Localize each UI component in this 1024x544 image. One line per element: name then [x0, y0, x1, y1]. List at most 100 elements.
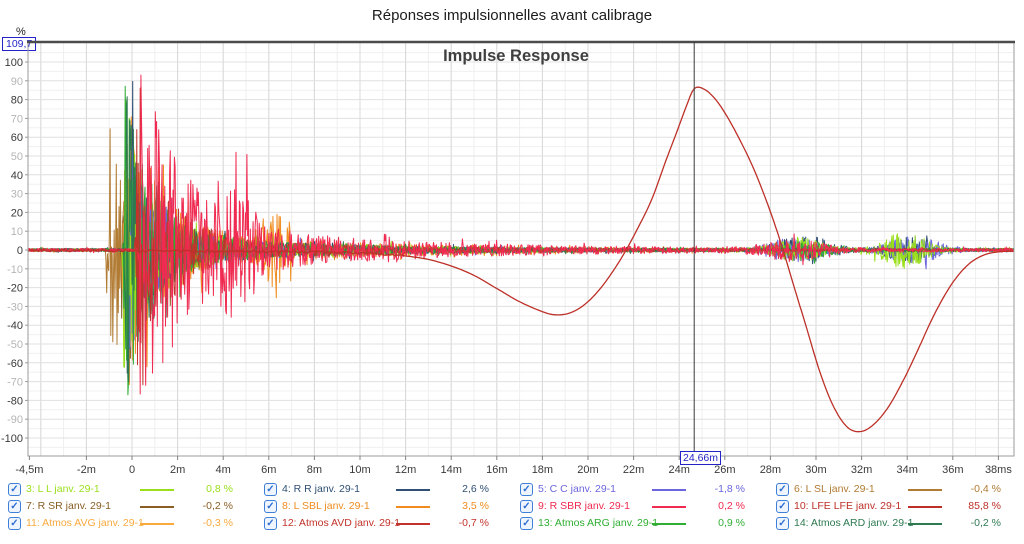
svg-text:60: 60: [11, 132, 23, 144]
checkbox-icon[interactable]: ✓: [264, 500, 277, 513]
svg-text:-60: -60: [7, 358, 23, 370]
svg-text:0: 0: [17, 245, 23, 257]
checkbox-icon[interactable]: ✓: [8, 483, 21, 496]
trace-color-swatch: [908, 523, 942, 525]
trace-color-swatch: [396, 523, 430, 525]
trace-color-swatch: [396, 489, 430, 491]
svg-text:38ms: 38ms: [985, 464, 1012, 476]
svg-text:30m: 30m: [805, 464, 826, 476]
legend-item-9[interactable]: ✓9: R SBR janv. 29-10,2 %: [512, 498, 768, 515]
svg-text:-70: -70: [7, 377, 23, 389]
legend-item-8[interactable]: ✓ 8: L SBL janv. 29-1 3,5 %: [256, 498, 512, 515]
svg-text:-20: -20: [7, 283, 23, 295]
svg-text:90: 90: [11, 76, 23, 88]
svg-text:20m: 20m: [577, 464, 598, 476]
svg-text:70: 70: [11, 113, 23, 125]
svg-text:32m: 32m: [851, 464, 872, 476]
legend-item-13[interactable]: ✓13: Atmos ARG janv. 29-10,9 %: [512, 515, 768, 532]
svg-text:-100: -100: [1, 433, 23, 445]
svg-text:24m: 24m: [668, 464, 689, 476]
legend-percent-value: 0,8 %: [175, 483, 233, 495]
trace-color-swatch: [652, 506, 686, 508]
svg-text:-2m: -2m: [77, 464, 96, 476]
legend-label: 6: L SL janv. 29-1: [794, 483, 875, 495]
legend-item-5[interactable]: ✓ 5: C C janv. 29-1 -1,8 %: [512, 481, 768, 498]
legend-percent-value: 85,8 %: [943, 500, 1001, 512]
legend-label: 10: LFE LFE janv. 29-1: [794, 500, 901, 512]
legend-percent-value: 0,9 %: [687, 517, 745, 529]
checkbox-icon[interactable]: ✓: [776, 500, 789, 513]
legend-label: 11: Atmos AVG janv. 29-1: [26, 517, 144, 529]
svg-text:80: 80: [11, 95, 23, 107]
checkbox-icon[interactable]: ✓: [520, 517, 533, 530]
svg-text:22m: 22m: [623, 464, 644, 476]
legend-label: 4: R R janv. 29-1: [282, 483, 360, 495]
svg-text:20: 20: [11, 207, 23, 219]
svg-text:14m: 14m: [440, 464, 461, 476]
legend-label: 9: R SBR janv. 29-1: [538, 500, 630, 512]
trace-color-swatch: [396, 506, 430, 508]
legend-percent-value: -0,2 %: [943, 517, 1001, 529]
checkbox-icon[interactable]: ✓: [776, 483, 789, 496]
svg-text:28m: 28m: [760, 464, 781, 476]
checkbox-icon[interactable]: ✓: [520, 500, 533, 513]
svg-text:-80: -80: [7, 395, 23, 407]
legend-item-14[interactable]: ✓ 14: Atmos ARD janv. 29-1 -0,2 %: [768, 515, 1024, 532]
trace-color-swatch: [140, 489, 174, 491]
legend-percent-value: 2,6 %: [431, 483, 489, 495]
legend-percent-value: -1,8 %: [687, 483, 745, 495]
svg-text:16m: 16m: [486, 464, 507, 476]
trace-color-swatch: [908, 489, 942, 491]
svg-text:26m: 26m: [714, 464, 735, 476]
checkbox-icon[interactable]: ✓: [776, 517, 789, 530]
svg-text:12m: 12m: [395, 464, 416, 476]
legend-item-6[interactable]: ✓ 6: L SL janv. 29-1 -0,4 %: [768, 481, 1024, 498]
trace-ch-9: [28, 75, 1014, 394]
legend-item-7[interactable]: ✓7: R SR janv. 29-1-0,2 %: [0, 498, 256, 515]
svg-text:-10: -10: [7, 264, 23, 276]
legend-percent-value: -0,7 %: [431, 517, 489, 529]
svg-text:10: 10: [11, 226, 23, 238]
svg-text:36m: 36m: [942, 464, 963, 476]
trace-color-swatch: [140, 506, 174, 508]
checkbox-icon[interactable]: ✓: [264, 483, 277, 496]
svg-text:0: 0: [129, 464, 135, 476]
legend-percent-value: -0,4 %: [943, 483, 1001, 495]
svg-text:8m: 8m: [307, 464, 322, 476]
checkbox-icon[interactable]: ✓: [8, 500, 21, 513]
legend-item-12[interactable]: ✓12: Atmos AVD janv. 29-1-0,7 %: [256, 515, 512, 532]
legend-item-4[interactable]: ✓ 4: R R janv. 29-1 2,6 %: [256, 481, 512, 498]
cursor-time-readout[interactable]: 24,66m: [680, 451, 721, 465]
legend-label: 5: C C janv. 29-1: [538, 483, 616, 495]
checkbox-icon[interactable]: ✓: [520, 483, 533, 496]
trace-color-swatch: [652, 523, 686, 525]
checkbox-icon[interactable]: ✓: [264, 517, 277, 530]
svg-text:-90: -90: [7, 414, 23, 426]
svg-text:34m: 34m: [896, 464, 917, 476]
checkbox-icon[interactable]: ✓: [8, 517, 21, 530]
chart-title: Impulse Response: [443, 47, 589, 65]
legend-item-11[interactable]: ✓11: Atmos AVG janv. 29-1-0,3 %: [0, 515, 256, 532]
legend-percent-value: 3,5 %: [431, 500, 489, 512]
legend-label: 14: Atmos ARD janv. 29-1: [794, 517, 913, 529]
trace-color-swatch: [652, 489, 686, 491]
svg-text:40: 40: [11, 170, 23, 182]
legend-label: 8: L SBL janv. 29-1: [282, 500, 370, 512]
trace-color-swatch: [908, 506, 942, 508]
svg-text:-30: -30: [7, 301, 23, 313]
svg-text:100: 100: [5, 57, 23, 69]
svg-text:30: 30: [11, 189, 23, 201]
svg-text:50: 50: [11, 151, 23, 163]
legend-item-3[interactable]: ✓ 3: L L janv. 29-1 0,8 %: [0, 481, 256, 498]
impulse-response-chart[interactable]: Impulse Response-4,5m-2m02m4m6m8m10m12m1…: [0, 0, 1024, 480]
svg-text:18m: 18m: [532, 464, 553, 476]
svg-text:4m: 4m: [216, 464, 231, 476]
svg-text:-4,5m: -4,5m: [15, 464, 43, 476]
svg-text:6m: 6m: [261, 464, 276, 476]
legend-percent-value: -0,2 %: [175, 500, 233, 512]
svg-text:-40: -40: [7, 320, 23, 332]
legend-label: 3: L L janv. 29-1: [26, 483, 100, 495]
svg-text:2m: 2m: [170, 464, 185, 476]
legend-item-10[interactable]: ✓ 10: LFE LFE janv. 29-1 85,8 %: [768, 498, 1024, 515]
trace-color-swatch: [140, 523, 174, 525]
